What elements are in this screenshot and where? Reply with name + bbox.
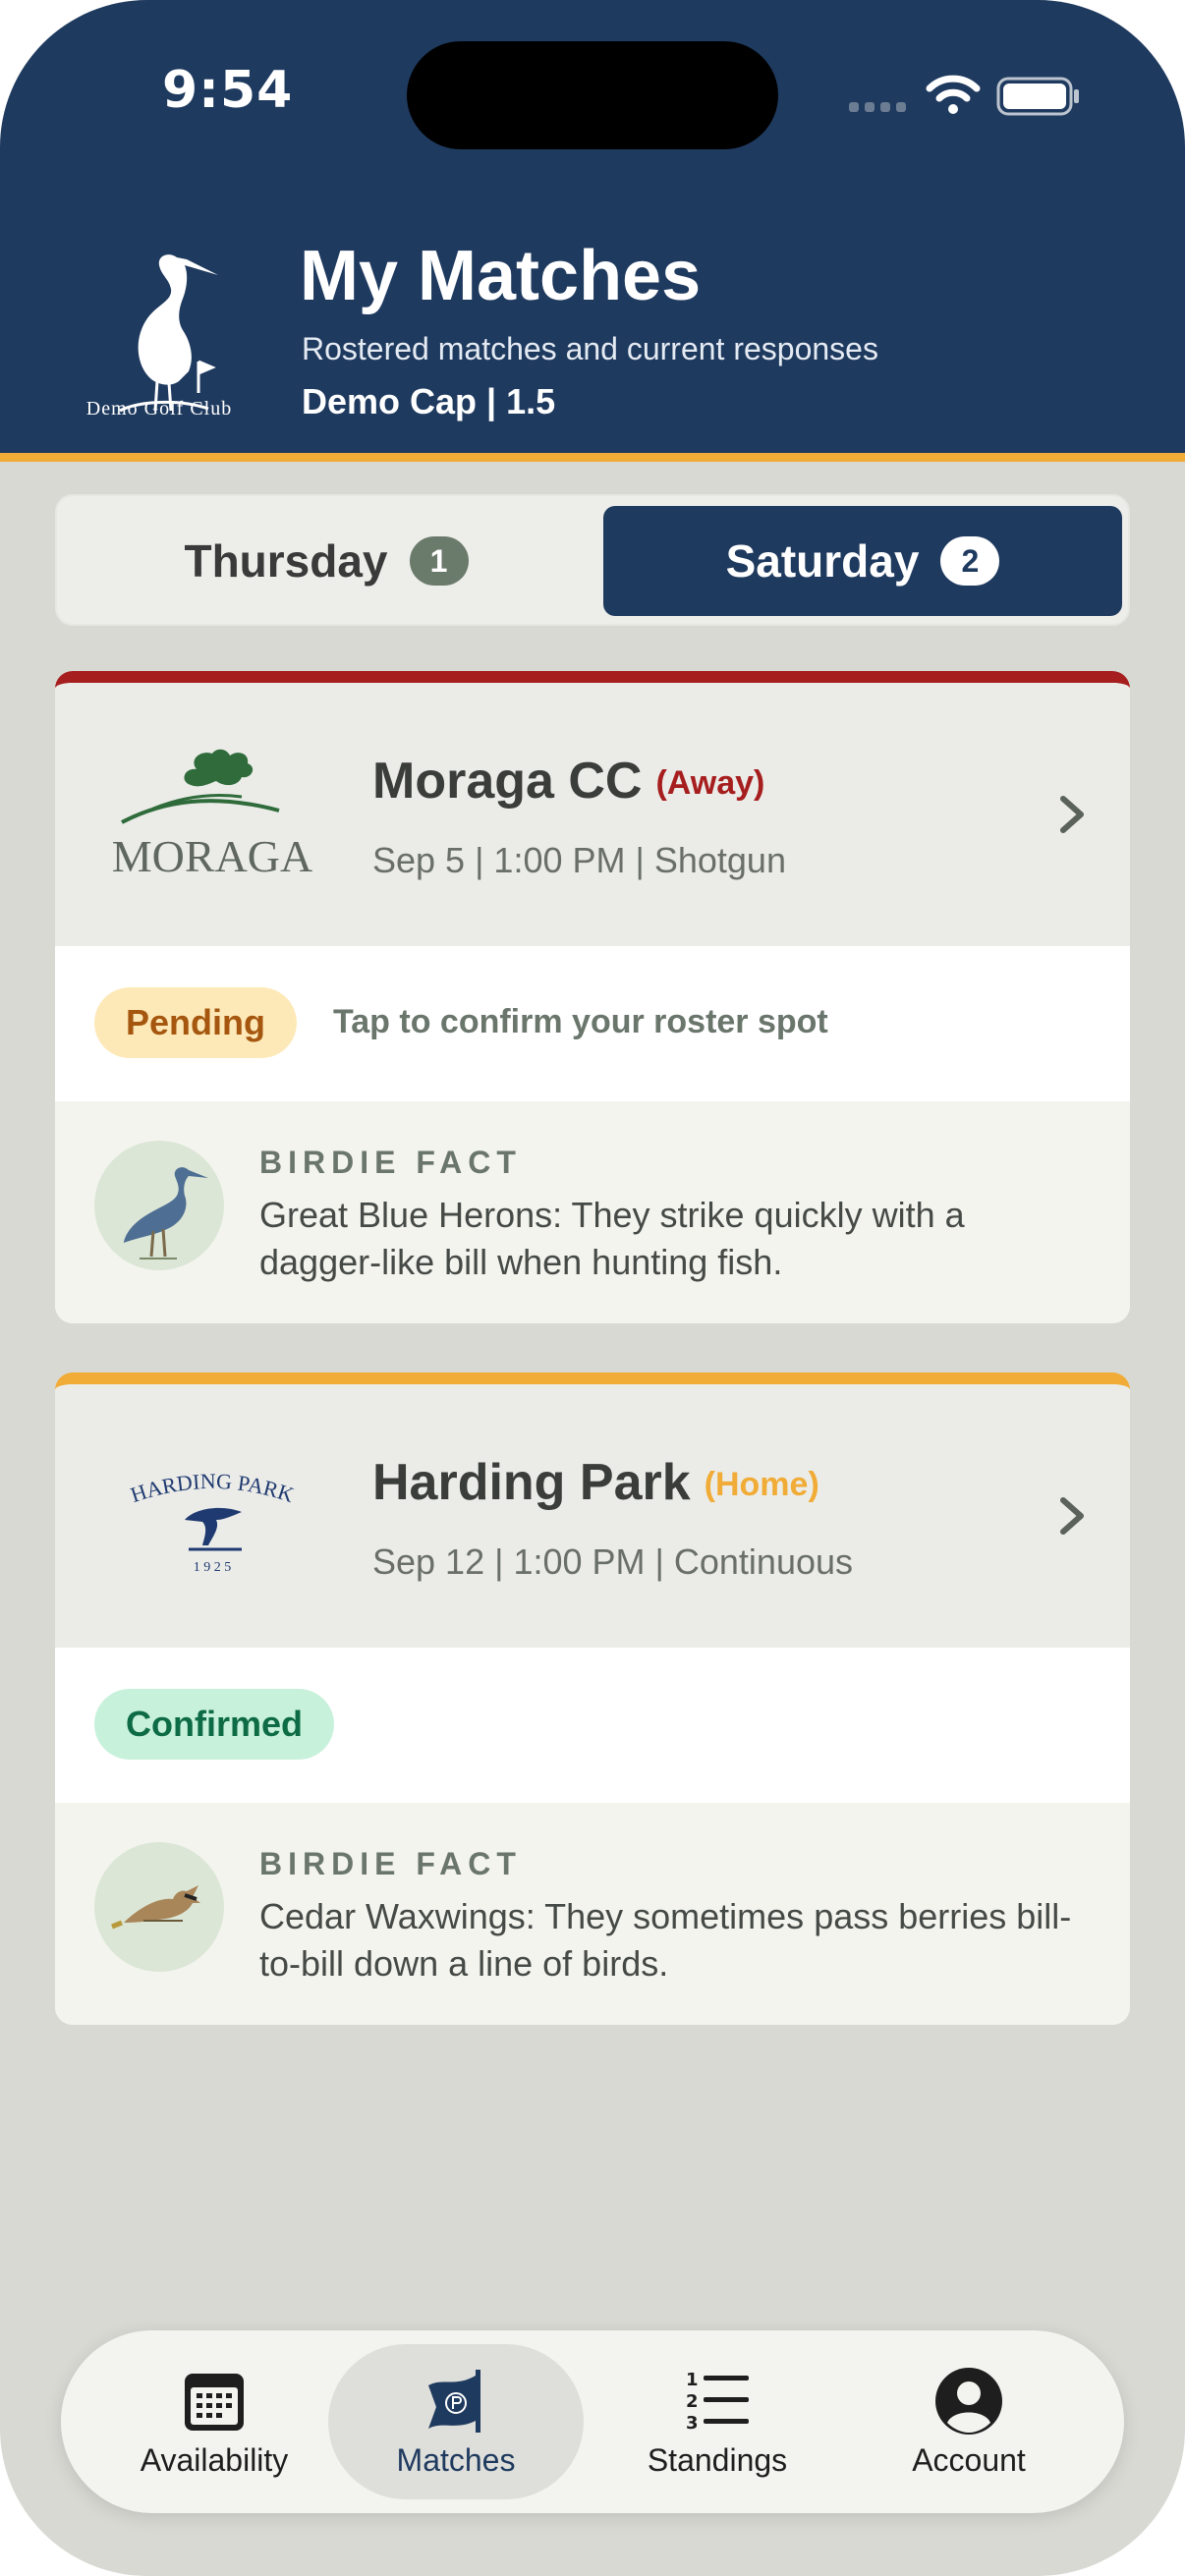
tab-label: Thursday: [184, 535, 388, 587]
status-badge: Pending: [94, 987, 297, 1058]
nav-label: Matches: [396, 2441, 516, 2478]
svg-text:1: 1: [686, 2370, 699, 2390]
svg-text:3: 3: [686, 2413, 699, 2434]
nav-standings[interactable]: 1 2 3 Standings: [590, 2344, 845, 2499]
response-row[interactable]: Confirmed: [55, 1648, 1130, 1803]
fact-text: Great Blue Herons: They strike quickly w…: [259, 1195, 965, 1282]
response-row[interactable]: Pending Tap to confirm your roster spot: [55, 946, 1130, 1101]
tab-label: Saturday: [725, 535, 920, 587]
account-icon: [935, 2367, 1002, 2435]
nav-account[interactable]: Account: [841, 2344, 1097, 2499]
fact-text: Cedar Waxwings: They sometimes pass berr…: [259, 1896, 1072, 1984]
club-name-caption: Demo Golf Club: [85, 398, 233, 420]
harding-park-course-logo: HARDING PARK 1 9 2 5: [128, 1469, 298, 1575]
fact-label: BIRDIE FACT: [259, 1846, 522, 1881]
match-details: Sep 5 | 1:00 PM | Shotgun: [372, 840, 786, 880]
dynamic-island: [407, 41, 778, 149]
nav-availability[interactable]: Availability: [86, 2344, 342, 2499]
status-hint: Tap to confirm your roster spot: [333, 1003, 828, 1040]
fact-label: BIRDIE FACT: [259, 1145, 522, 1180]
battery-icon: [996, 77, 1079, 116]
match-header[interactable]: HARDING PARK 1 9 2 5 Harding Park (Home) …: [55, 1384, 1130, 1648]
course-name: Moraga CC (Away): [372, 753, 765, 810]
page-subtitle: Rostered matches and current responses: [302, 331, 878, 366]
venue-tag: (Away): [655, 764, 765, 802]
svg-text:HARDING PARK: HARDING PARK: [128, 1469, 298, 1507]
ordered-list-icon: 1 2 3: [686, 2370, 749, 2434]
tab-saturday[interactable]: Saturday 2: [603, 506, 1122, 616]
flag-icon: [428, 2369, 480, 2433]
birdie-fact: BIRDIE FACT Great Blue Herons: They stri…: [55, 1101, 1130, 1323]
club-heron-logo: [119, 254, 218, 413]
match-header[interactable]: MORAGA Moraga CC (Away) Sep 5 | 1:00 PM |…: [55, 683, 1130, 946]
moraga-course-logo: MORAGA: [112, 749, 312, 881]
chevron-right-icon: [1060, 1497, 1084, 1535]
calendar-icon: [185, 2373, 244, 2431]
bottom-tab-bar: Availability Matches 1 2 3 Standings Acc…: [61, 2330, 1124, 2513]
svg-text:2: 2: [686, 2391, 699, 2412]
tab-thursday[interactable]: Thursday 1: [67, 506, 586, 616]
wifi-icon: [926, 75, 981, 114]
nav-label: Availability: [140, 2441, 289, 2478]
day-tabs: Thursday 1 Saturday 2: [55, 494, 1130, 626]
phone-screen: 9:54 Demo Golf Club My Matches Rostered …: [0, 0, 1185, 2576]
count-badge: 2: [940, 536, 1000, 586]
match-card: MORAGA Moraga CC (Away) Sep 5 | 1:00 PM |…: [55, 671, 1130, 1323]
heron-illustration: [94, 1141, 224, 1270]
venue-tag: (Home): [704, 1466, 819, 1503]
course-name: Harding Park (Home): [372, 1454, 819, 1511]
birdie-fact: BIRDIE FACT Cedar Waxwings: They sometim…: [55, 1803, 1130, 2025]
user-handicap: Demo Cap | 1.5: [302, 381, 556, 421]
chevron-right-icon: [1060, 796, 1084, 833]
nav-label: Standings: [647, 2441, 788, 2478]
status-time: 9:54: [162, 61, 294, 120]
nav-matches[interactable]: Matches: [328, 2344, 584, 2499]
status-badge: Confirmed: [94, 1689, 334, 1760]
page-title: My Matches: [300, 237, 702, 315]
match-details: Sep 12 | 1:00 PM | Continuous: [372, 1541, 854, 1582]
count-badge: 1: [409, 536, 469, 586]
waxwing-illustration: [94, 1842, 224, 1972]
match-card: HARDING PARK 1 9 2 5 Harding Park (Home) …: [55, 1372, 1130, 2025]
cellular-signal-icon: [849, 102, 906, 112]
app-header: 9:54 Demo Golf Club My Matches Rostered …: [0, 0, 1185, 462]
svg-text:MORAGA: MORAGA: [112, 831, 312, 881]
nav-label: Account: [912, 2441, 1026, 2478]
svg-text:1 9 2 5: 1 9 2 5: [194, 1560, 232, 1575]
